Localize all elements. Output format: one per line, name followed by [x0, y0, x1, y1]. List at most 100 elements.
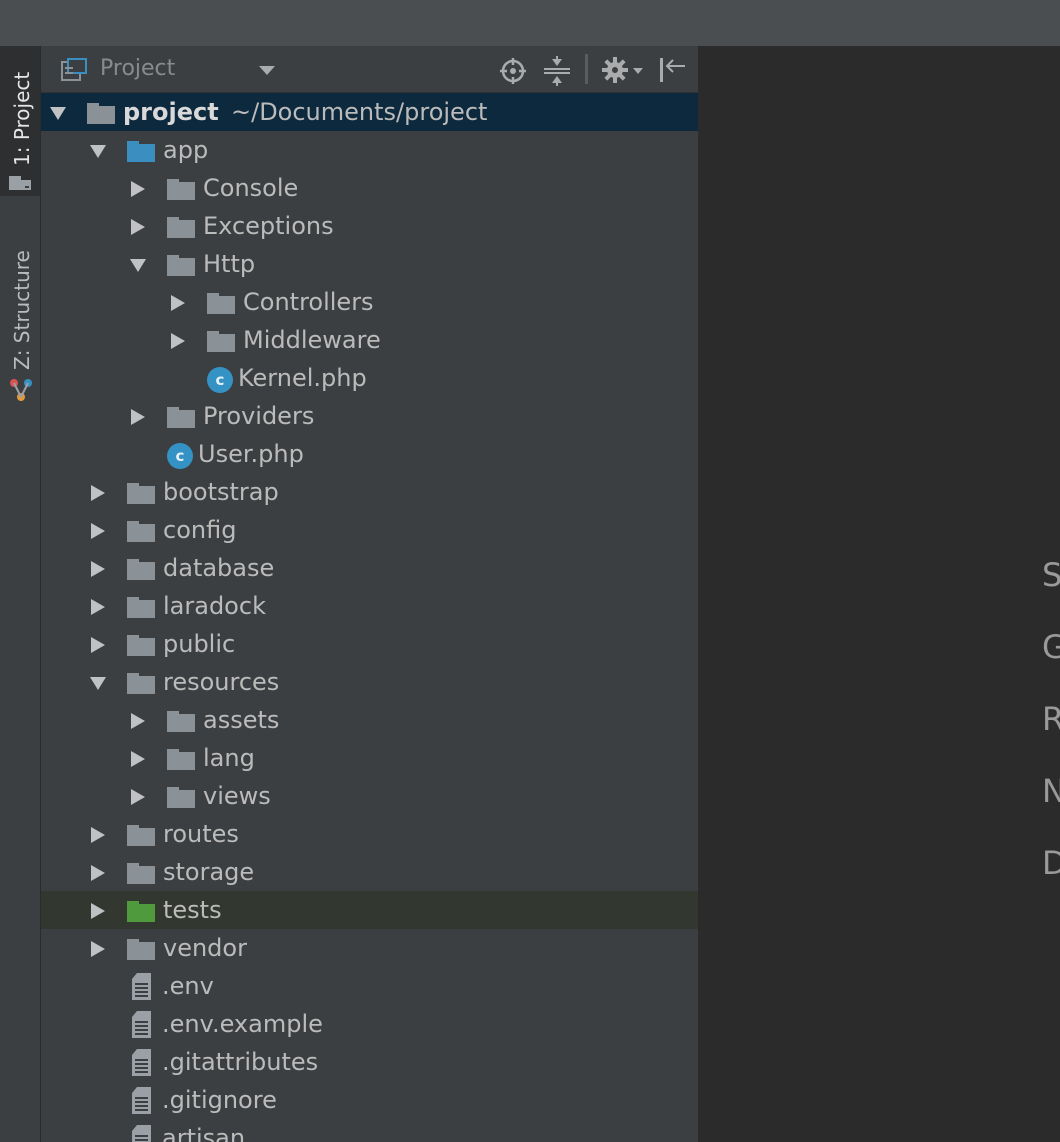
collapsed-arrow-icon[interactable]: [89, 940, 107, 958]
scope-icon[interactable]: [500, 58, 526, 84]
tab-project[interactable]: 1: Project: [0, 46, 40, 196]
folder-icon: [127, 939, 155, 960]
expanded-arrow-icon[interactable]: [89, 674, 107, 692]
collapsed-arrow-icon[interactable]: [169, 294, 187, 312]
tree-row[interactable]: resources: [41, 663, 698, 701]
folder-icon: [127, 825, 155, 846]
tree-item-label: routes: [163, 820, 239, 848]
panel-title[interactable]: Project: [100, 56, 175, 81]
collapsed-arrow-icon[interactable]: [129, 218, 147, 236]
tree-item-label: storage: [163, 858, 255, 886]
folder-icon: [167, 787, 195, 808]
tree-row[interactable]: .gitattributes: [41, 1043, 698, 1081]
tree-row[interactable]: Http: [41, 245, 698, 283]
collapsed-arrow-icon[interactable]: [89, 560, 107, 578]
tree-row[interactable]: .env.example: [41, 1005, 698, 1043]
collapsed-arrow-icon[interactable]: [129, 750, 147, 768]
collapsed-arrow-icon[interactable]: [129, 408, 147, 426]
tree-row[interactable]: Controllers: [41, 283, 698, 321]
tree-row[interactable]: .gitignore: [41, 1081, 698, 1119]
tree-row[interactable]: app: [41, 131, 698, 169]
tree-item-label: assets: [203, 706, 280, 734]
collapsed-arrow-icon[interactable]: [89, 636, 107, 654]
collapsed-arrow-icon[interactable]: [89, 522, 107, 540]
text-file-icon: [132, 1087, 151, 1114]
tree-item-label: laradock: [163, 592, 266, 620]
tree-row[interactable]: config: [41, 511, 698, 549]
tree-row[interactable]: Middleware: [41, 321, 698, 359]
tool-window-strip: 1: Project Z: Structure: [0, 46, 41, 1142]
folder-icon: [127, 863, 155, 884]
project-view-icon: [61, 58, 87, 81]
text-file-icon: [132, 1125, 151, 1142]
tree-row[interactable]: c Kernel.php: [41, 359, 698, 397]
expanded-arrow-icon[interactable]: [49, 104, 67, 122]
tree-row[interactable]: routes: [41, 815, 698, 853]
tree-row[interactable]: bootstrap: [41, 473, 698, 511]
tree-row[interactable]: .env: [41, 967, 698, 1005]
project-panel-header: Project: [41, 46, 698, 93]
tree-item-label: Kernel.php: [238, 364, 367, 392]
tree-item-path: ~/Documents/project: [231, 98, 488, 126]
expanded-arrow-icon[interactable]: [129, 256, 147, 274]
editor-hint-2: G: [1042, 628, 1060, 666]
folder-icon: [127, 483, 155, 504]
tree-item-label: .gitattributes: [162, 1048, 319, 1076]
tree-item-label: .env.example: [162, 1010, 323, 1038]
text-file-icon: [132, 1049, 151, 1076]
tree-row[interactable]: Console: [41, 169, 698, 207]
project-panel: Project project ~/Documents/project app …: [41, 46, 698, 1142]
folder-icon: [127, 597, 155, 618]
tree-row[interactable]: public: [41, 625, 698, 663]
folder-icon: [167, 217, 195, 238]
tree-row[interactable]: project ~/Documents/project: [41, 93, 698, 131]
text-file-icon: [132, 1011, 151, 1038]
tree-row[interactable]: Exceptions: [41, 207, 698, 245]
folder-icon: [127, 635, 155, 656]
tree-row[interactable]: storage: [41, 853, 698, 891]
tree-row[interactable]: assets: [41, 701, 698, 739]
php-class-icon: c: [207, 367, 233, 393]
collapsed-arrow-icon[interactable]: [89, 902, 107, 920]
tree-row[interactable]: Providers: [41, 397, 698, 435]
tree-row[interactable]: c User.php: [41, 435, 698, 473]
tree-item-label: config: [163, 516, 237, 544]
tree-item-label: app: [163, 136, 209, 164]
chevron-down-icon[interactable]: [259, 66, 275, 76]
tree-item-label: public: [163, 630, 236, 658]
gear-icon[interactable]: [602, 57, 644, 83]
tree-item-label: Http: [203, 250, 256, 278]
collapsed-arrow-icon[interactable]: [169, 332, 187, 350]
collapsed-arrow-icon[interactable]: [129, 788, 147, 806]
tree-row[interactable]: vendor: [41, 929, 698, 967]
tree-item-label: Providers: [203, 402, 315, 430]
collapsed-arrow-icon[interactable]: [89, 864, 107, 882]
collapsed-arrow-icon[interactable]: [129, 180, 147, 198]
folder-icon: [127, 559, 155, 580]
tree-item-label: database: [163, 554, 275, 582]
collapsed-arrow-icon[interactable]: [89, 484, 107, 502]
tree-row[interactable]: artisan: [41, 1119, 698, 1142]
collapsed-arrow-icon[interactable]: [89, 598, 107, 616]
tree-row[interactable]: database: [41, 549, 698, 587]
tree-item-label: tests: [163, 896, 222, 924]
tree-row[interactable]: laradock: [41, 587, 698, 625]
tree-item-label: vendor: [163, 934, 247, 962]
tree-row[interactable]: lang: [41, 739, 698, 777]
collapse-all-icon[interactable]: [544, 56, 570, 86]
tree-item-label: .env: [162, 972, 214, 1000]
collapsed-arrow-icon[interactable]: [129, 712, 147, 730]
expanded-arrow-icon[interactable]: [89, 142, 107, 160]
folder-icon: [167, 407, 195, 428]
tab-structure-label: Z: Structure: [10, 250, 34, 370]
hide-panel-icon[interactable]: [659, 58, 685, 82]
tree-row[interactable]: tests: [41, 891, 698, 929]
collapsed-arrow-icon[interactable]: [89, 826, 107, 844]
tree-item-label: User.php: [198, 440, 304, 468]
structure-icon: [10, 379, 32, 401]
tree-row[interactable]: views: [41, 777, 698, 815]
tab-structure[interactable]: Z: Structure: [0, 236, 40, 426]
tree-item-label: project: [123, 98, 219, 126]
toolbar-separator: [585, 54, 588, 84]
tree-item-label: Middleware: [243, 326, 381, 354]
